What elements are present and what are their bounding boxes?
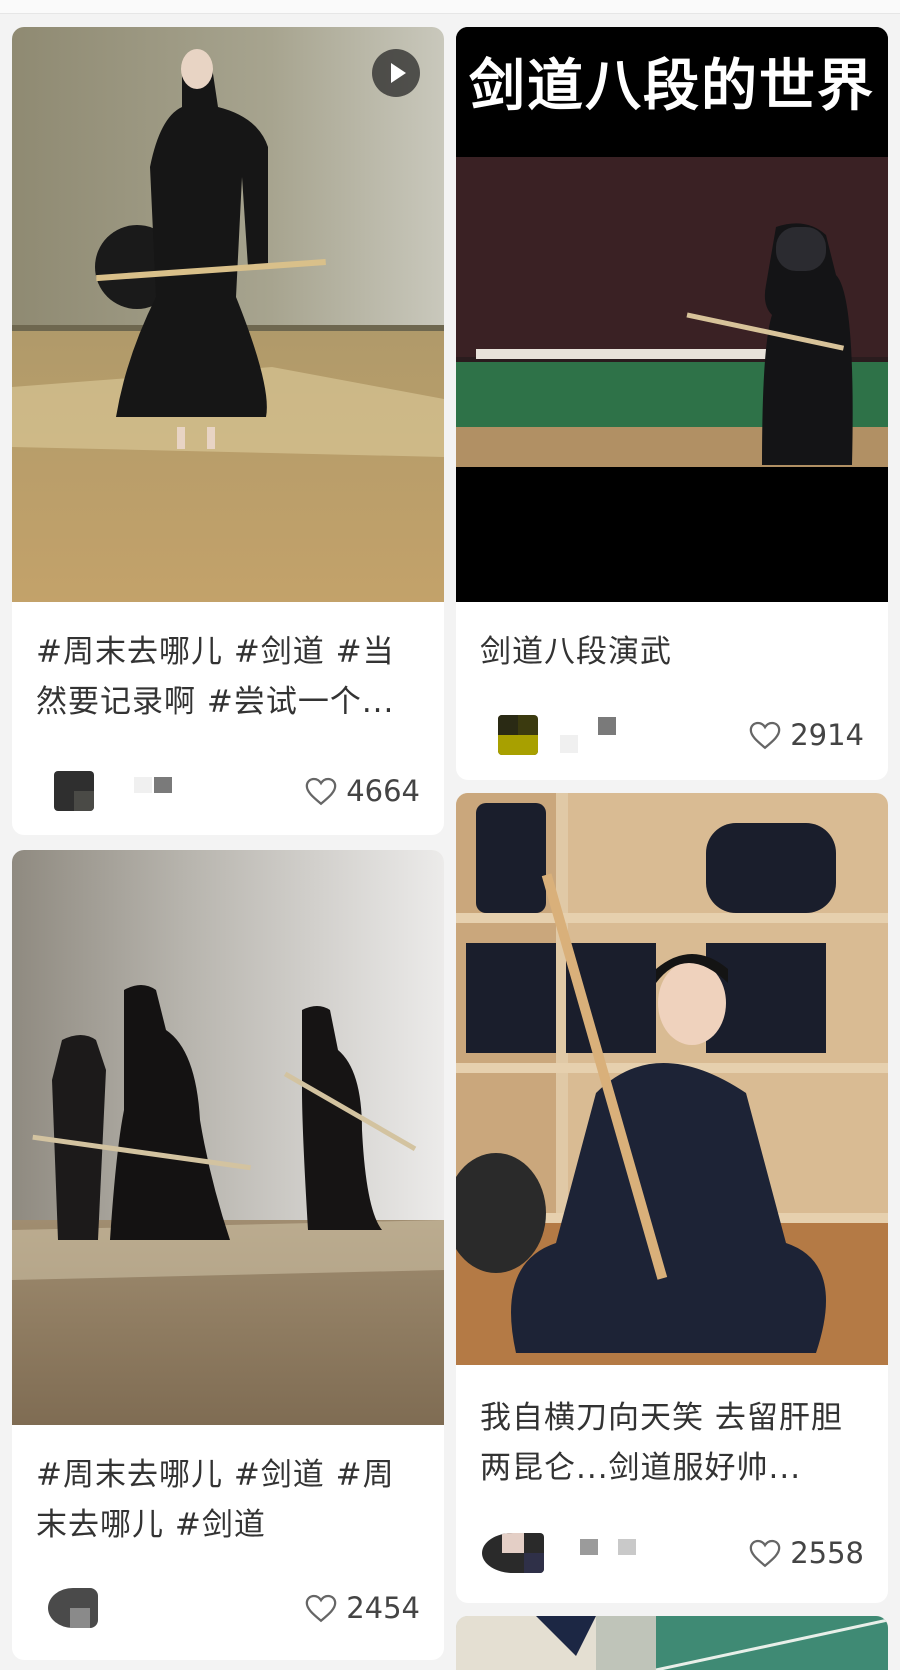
kendo-woman-photo: [12, 27, 444, 602]
post-title[interactable]: #周末去哪儿 #剑道 #当然要记录啊 #尝试一个...: [36, 627, 420, 727]
kendo-man-sitting-photo: [456, 793, 888, 1365]
top-bar: [0, 0, 900, 14]
post-card[interactable]: 我自横刀向天笑 去留肝胆两昆仑...剑道服好帅... 2558: [456, 793, 888, 1603]
post-cover-image[interactable]: 剑道八段的世界: [456, 27, 888, 602]
author-avatar[interactable]: [48, 1588, 98, 1628]
like-button[interactable]: 2914: [748, 715, 864, 755]
heart-outline-icon: [749, 1539, 781, 1568]
post-meta: 2914: [480, 711, 864, 759]
author-name[interactable]: [560, 717, 630, 753]
post-meta: 2558: [480, 1529, 864, 1577]
partial-cover-photo: [456, 1616, 888, 1670]
post-card[interactable]: [456, 1616, 888, 1670]
like-count: 4664: [346, 774, 420, 808]
play-icon: [372, 49, 420, 97]
post-cover-image[interactable]: [456, 1616, 888, 1670]
author-avatar[interactable]: [498, 715, 538, 755]
post-cover-image[interactable]: [456, 793, 888, 1365]
like-button[interactable]: 4664: [304, 771, 420, 811]
cover-caption: 剑道八段的世界: [469, 54, 875, 119]
heart-outline-icon: [749, 721, 781, 750]
author-avatar[interactable]: [54, 771, 94, 811]
like-button[interactable]: 2454: [304, 1588, 420, 1628]
like-count: 2454: [346, 1591, 420, 1625]
like-count: 2558: [790, 1536, 864, 1570]
post-card[interactable]: #周末去哪儿 #剑道 #当然要记录啊 #尝试一个... 4664: [12, 27, 444, 835]
post-title[interactable]: #周末去哪儿 #剑道 #周末去哪儿 #剑道: [36, 1450, 420, 1550]
post-cover-image[interactable]: [12, 27, 444, 602]
post-title[interactable]: 我自横刀向天笑 去留肝胆两昆仑...剑道服好帅...: [480, 1393, 864, 1493]
post-card[interactable]: 剑道八段的世界 剑道八段演武 2914: [456, 27, 888, 780]
like-button[interactable]: 2558: [748, 1533, 864, 1573]
heart-outline-icon: [305, 777, 337, 806]
post-title[interactable]: 剑道八段演武: [480, 627, 864, 677]
kendo-practice-photo: [12, 850, 444, 1425]
post-card[interactable]: #周末去哪儿 #剑道 #周末去哪儿 #剑道 2454: [12, 850, 444, 1660]
author-name[interactable]: [116, 1594, 186, 1624]
author-avatar[interactable]: [482, 1533, 544, 1573]
post-cover-image[interactable]: [12, 850, 444, 1425]
heart-outline-icon: [305, 1594, 337, 1623]
post-meta: 4664: [36, 767, 420, 815]
author-name[interactable]: [116, 777, 186, 807]
like-count: 2914: [790, 718, 864, 752]
author-name[interactable]: [580, 1539, 650, 1569]
post-meta: 2454: [36, 1584, 420, 1632]
